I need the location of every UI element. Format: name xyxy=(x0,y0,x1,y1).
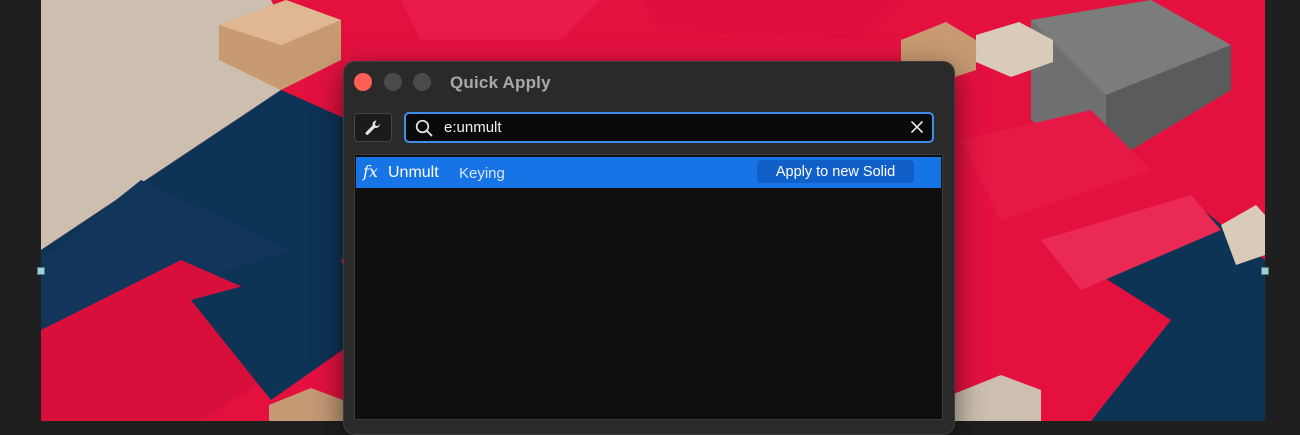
layer-handle-left[interactable] xyxy=(37,267,45,275)
apply-to-new-solid-button[interactable]: Apply to new Solid xyxy=(757,160,914,183)
result-item[interactable]: fx Unmult Keying Apply to new Solid xyxy=(356,157,941,188)
search-input[interactable] xyxy=(444,117,904,138)
layer-handle-right[interactable] xyxy=(1261,267,1269,275)
window-close-button[interactable] xyxy=(354,73,372,91)
effect-name: Unmult xyxy=(388,164,439,181)
results-list: fx Unmult Keying Apply to new Solid xyxy=(354,154,943,420)
window-title: Quick Apply xyxy=(450,73,551,92)
wrench-icon xyxy=(365,119,380,135)
effect-category: Keying xyxy=(459,165,505,182)
window-titlebar[interactable]: Quick Apply xyxy=(344,62,954,102)
search-icon xyxy=(415,119,433,137)
search-field[interactable] xyxy=(404,112,934,143)
window-minimize-button[interactable] xyxy=(384,73,402,91)
close-icon[interactable] xyxy=(910,120,924,134)
window-zoom-button[interactable] xyxy=(413,73,431,91)
quick-apply-window: Quick Apply fx Unmult Keying Apply to ne… xyxy=(343,61,955,435)
settings-button[interactable] xyxy=(354,113,392,142)
fx-icon: fx xyxy=(363,162,378,181)
